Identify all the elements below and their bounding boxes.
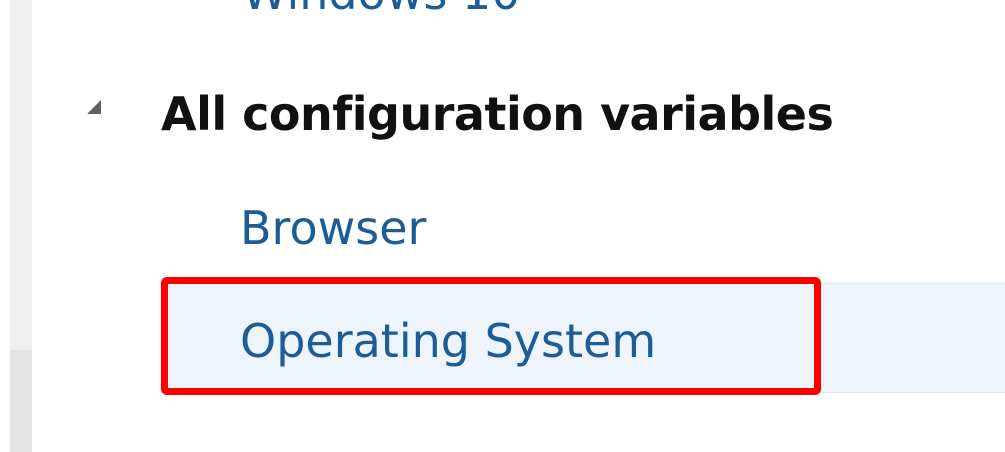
red-highlight-box: [161, 277, 821, 395]
tree-item-browser[interactable]: Browser: [240, 205, 426, 251]
vertical-scrollbar-thumb[interactable]: [10, 350, 32, 452]
tree-group-all-configuration-variables[interactable]: All configuration variables: [87, 84, 834, 144]
tree-item-windows-10[interactable]: Windows 10: [242, 0, 521, 16]
triangle-expanded-icon[interactable]: [87, 100, 101, 114]
tree-group-label: All configuration variables: [161, 87, 834, 141]
